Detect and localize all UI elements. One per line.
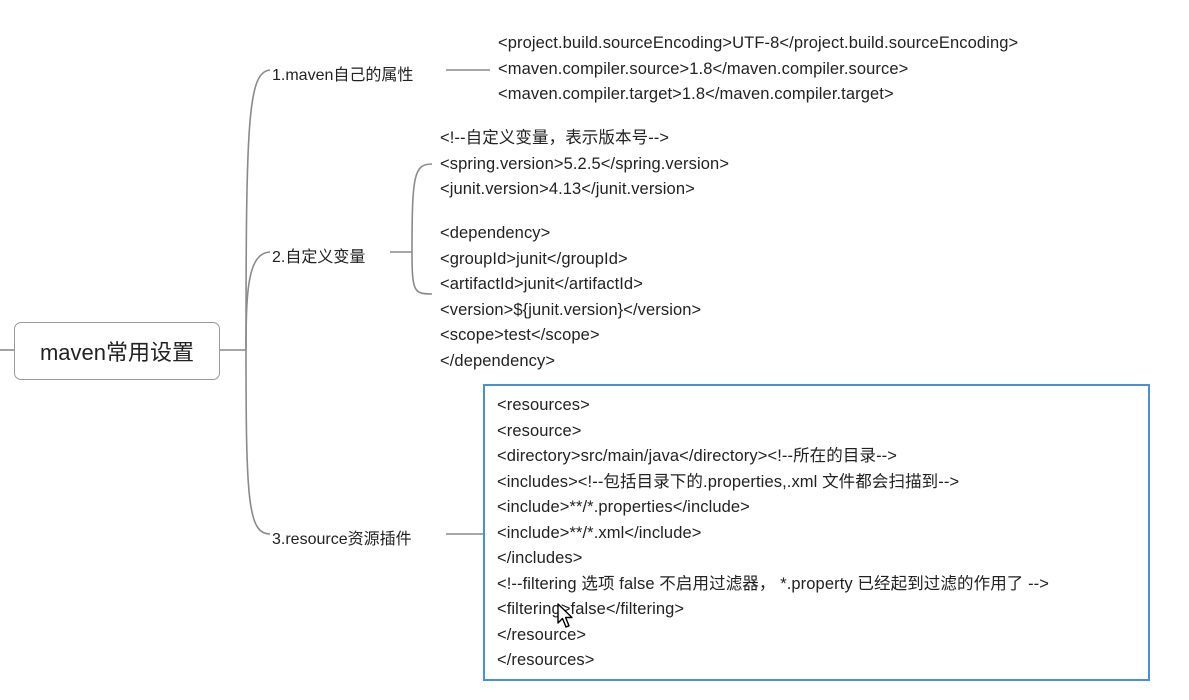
- code-line: </includes>: [497, 549, 583, 567]
- branch-maven-properties[interactable]: 1.maven自己的属性: [272, 61, 413, 85]
- code-line: <spring.version>5.2.5</spring.version>: [440, 154, 730, 173]
- branch-label: 2.自定义变量: [272, 249, 366, 266]
- root-node[interactable]: maven常用设置: [14, 322, 220, 380]
- mouse-cursor-icon: [557, 603, 573, 628]
- branch-2-brace-top: [411, 163, 433, 253]
- code-line: </resources>: [497, 651, 595, 669]
- code-line: <!--自定义变量，表示版本号-->: [440, 129, 670, 147]
- code-line: <include>**/*.properties</include>: [497, 498, 750, 516]
- code-line: <filtering>false</filtering>: [497, 600, 685, 618]
- code-line: </dependency>: [440, 351, 556, 370]
- mind-map: maven常用设置 1.maven自己的属性 2.自定义变量 3.resourc…: [0, 0, 1189, 700]
- code-line: <junit.version>4.13</junit.version>: [440, 180, 695, 198]
- code-line: <maven.compiler.target>1.8</maven.compil…: [498, 85, 894, 103]
- branch-resource-plugin[interactable]: 3.resource资源插件: [272, 525, 412, 549]
- root-label: maven常用设置: [39, 340, 195, 365]
- dependency-node[interactable]: <dependency> <groupId>junit</groupId> <a…: [440, 221, 701, 374]
- code-line: <!--filtering 选项 false 不启用过滤器， *.propert…: [497, 574, 1050, 593]
- code-line: <dependency>: [440, 224, 551, 242]
- branch-1-connector: [245, 69, 271, 351]
- code-line: <resources>: [497, 396, 590, 414]
- code-line: </resource>: [497, 625, 587, 644]
- resources-node-text: <resources> <resource> <directory>src/ma…: [497, 393, 1049, 674]
- code-line: <include>**/*.xml</include>: [497, 523, 702, 542]
- branch-3-connector: [245, 349, 271, 535]
- branch-label: 3.resource资源插件: [272, 531, 412, 548]
- code-line: <groupId>junit</groupId>: [440, 249, 628, 268]
- version-variables-node[interactable]: <!--自定义变量，表示版本号--> <spring.version>5.2.5…: [440, 126, 729, 203]
- branch-custom-variables[interactable]: 2.自定义变量: [272, 243, 365, 267]
- code-line: <artifactId>junit</artifactId>: [440, 275, 643, 293]
- code-line: <includes><!--包括目录下的.properties,.xml 文件都…: [497, 472, 960, 491]
- code-line: <project.build.sourceEncoding>UTF-8</pro…: [498, 34, 1019, 52]
- code-line: <scope>test</scope>: [440, 326, 600, 344]
- branch-2-connector: [245, 251, 271, 351]
- code-line: <version>${junit.version}</version>: [440, 300, 702, 319]
- maven-properties-node[interactable]: <project.build.sourceEncoding>UTF-8</pro…: [498, 31, 1018, 108]
- branch-label: 1.maven自己的属性: [272, 67, 414, 84]
- branch-2-brace-bottom: [411, 251, 433, 295]
- code-line: <maven.compiler.source>1.8</maven.compil…: [498, 59, 909, 78]
- code-line: <resource>: [497, 421, 582, 440]
- code-line: <directory>src/main/java</directory><!--…: [497, 447, 897, 465]
